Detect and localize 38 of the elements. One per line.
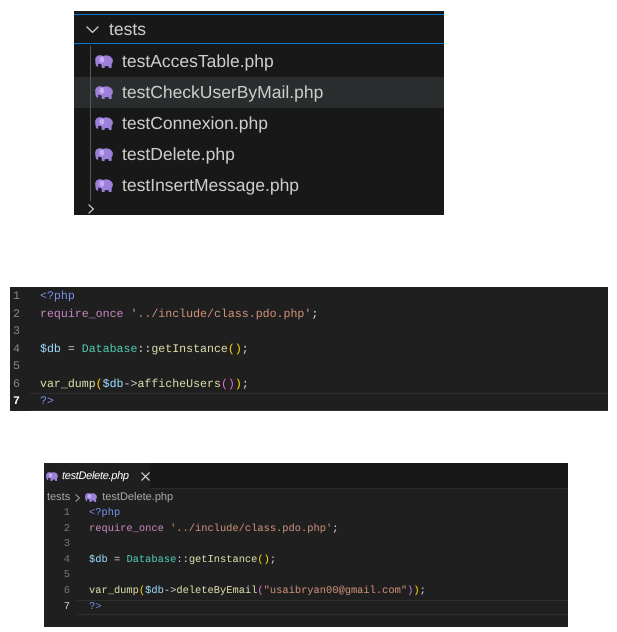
code-line: var_dump($db->afficheUsers()); bbox=[40, 376, 249, 393]
folder-tree-item[interactable]: tests bbox=[74, 14, 444, 44]
line-number: 6 bbox=[64, 584, 70, 599]
elephant-icon bbox=[46, 472, 58, 480]
line-number: 2 bbox=[13, 306, 20, 323]
close-icon[interactable] bbox=[140, 472, 150, 480]
breadcrumb-item[interactable]: tests bbox=[47, 489, 70, 506]
code-line: <?php bbox=[89, 506, 120, 521]
code-line: ?> bbox=[89, 600, 102, 615]
line-number: 1 bbox=[64, 506, 70, 521]
line-number: 5 bbox=[64, 568, 70, 584]
code-line: ?> bbox=[40, 394, 54, 410]
file-tree-item[interactable]: testCheckUserByMail.php bbox=[74, 77, 444, 108]
line-number: 1 bbox=[13, 289, 20, 306]
line-number: 2 bbox=[64, 522, 70, 537]
line-number: 3 bbox=[64, 537, 70, 552]
breadcrumb-item[interactable]: testDelete.php bbox=[85, 489, 174, 506]
code-line: var_dump($db->deleteByEmail("usaibryan00@gmail.com")); bbox=[89, 584, 426, 599]
code-line: require_once '../include/class.pdo.php'; bbox=[40, 306, 318, 323]
line-number: 4 bbox=[64, 552, 70, 568]
code-line: <?php bbox=[40, 289, 75, 306]
elephant-icon bbox=[95, 179, 113, 192]
code-line: $db = Database::getInstance(); bbox=[89, 552, 276, 568]
elephant-icon bbox=[95, 55, 113, 68]
editor-tab[interactable]: testDelete.php bbox=[44, 463, 150, 489]
line-number: 4 bbox=[13, 342, 20, 358]
code-line: require_once '../include/class.pdo.php'; bbox=[89, 522, 338, 537]
code-line: $db = Database::getInstance(); bbox=[40, 342, 249, 358]
line-number: 5 bbox=[13, 359, 20, 376]
elephant-icon bbox=[95, 148, 113, 161]
elephant-icon bbox=[95, 117, 113, 130]
line-number: 7 bbox=[64, 600, 70, 615]
chevron-right-icon bbox=[75, 494, 80, 502]
line-number: 3 bbox=[13, 324, 20, 340]
line-number: 7 bbox=[13, 394, 20, 410]
line-number: 6 bbox=[13, 376, 20, 393]
elephant-icon bbox=[95, 86, 113, 99]
elephant-icon bbox=[85, 493, 98, 502]
